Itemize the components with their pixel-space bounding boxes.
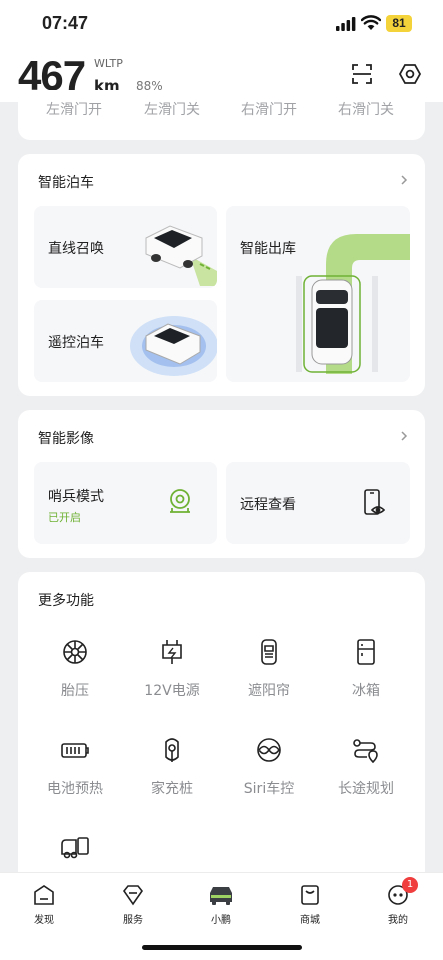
smart-imaging-card: 智能影像 哨兵模式 已开启 远程查看 (18, 410, 425, 558)
home-icon (34, 885, 54, 905)
door-controls-card: 左滑门开 左滑门关 右滑门开 右滑门关 (18, 90, 425, 140)
tab-discover[interactable]: 发现 (14, 883, 74, 926)
remote-parking-label: 遥控泊车 (48, 335, 104, 351)
straight-summon-tile[interactable]: 直线召唤 (34, 206, 217, 288)
remote-signal-car-icon (130, 316, 217, 376)
home-charger-button[interactable]: 家充桩 (127, 736, 217, 798)
tab-mall-label: 商城 (300, 915, 320, 926)
scan-icon[interactable] (350, 62, 374, 86)
chevron-right-icon[interactable] (399, 175, 409, 185)
notification-badge: 1 (402, 877, 418, 893)
siri-control-button[interactable]: Siri车控 (224, 736, 314, 798)
left-door-close-button[interactable]: 左滑门关 (144, 99, 200, 119)
smart-imaging-title[interactable]: 智能影像 (38, 428, 94, 448)
car-sunshade-icon (261, 639, 277, 665)
tab-service-label: 服务 (123, 915, 143, 926)
charging-pile-icon (165, 738, 179, 762)
remote-view-label: 远程查看 (240, 497, 296, 513)
vehicle-device-icon (61, 837, 89, 859)
fridge-label: 冰箱 (352, 683, 380, 699)
trip-planning-button[interactable]: 长途规划 (321, 736, 411, 798)
parking-exit-path-icon (296, 234, 410, 374)
sentry-camera-icon (170, 489, 190, 513)
sunshade-label: 遮阳帘 (248, 683, 290, 699)
more-function-button[interactable] (30, 834, 120, 860)
tire-pressure-button[interactable]: 胎压 (30, 638, 120, 700)
status-bar: 07:47 81 (0, 0, 443, 46)
power-12v-button[interactable]: 12V电源 (127, 638, 217, 700)
tire-icon (63, 640, 87, 664)
tab-service[interactable]: 服务 (103, 883, 163, 926)
clock: 07:47 (42, 13, 89, 33)
battery-heat-icon (61, 743, 89, 758)
battery-preheat-button[interactable]: 电池预热 (30, 736, 120, 798)
trip-planning-label: 长途规划 (338, 781, 394, 797)
smart-exit-tile[interactable]: 智能出库 (226, 206, 410, 382)
more-functions-title: 更多功能 (38, 593, 94, 609)
tire-pressure-label: 胎压 (61, 683, 89, 699)
settings-icon[interactable] (398, 62, 422, 86)
smart-parking-title[interactable]: 智能泊车 (38, 172, 94, 192)
battery-preheat-label: 电池预热 (47, 781, 103, 797)
power-plug-icon (162, 640, 182, 664)
fridge-icon (357, 639, 375, 665)
tab-mine[interactable]: 1 我的 (368, 877, 428, 926)
tab-xpeng-label: 小鹏 (211, 915, 231, 926)
phone-view-icon (364, 489, 386, 515)
remote-parking-tile[interactable]: 遥控泊车 (34, 300, 217, 382)
home-charger-label: 家充桩 (151, 781, 193, 797)
sentry-status: 已开启 (48, 511, 81, 524)
tab-mall[interactable]: 商城 (280, 883, 340, 926)
right-door-close-button[interactable]: 右滑门关 (338, 99, 394, 119)
smart-parking-card: 智能泊车 直线召唤 遥控泊车 智能出库 (18, 154, 425, 396)
siri-icon (257, 738, 281, 762)
diamond-icon (123, 885, 143, 906)
more-functions-card: 更多功能 胎压 12V电源 遮阳帘 冰箱 电池预热 家充桩 Siri车控 长途规… (18, 572, 425, 892)
straight-summon-label: 直线召唤 (48, 241, 104, 257)
car-summon-icon (145, 225, 217, 286)
tab-mine-label: 我的 (388, 915, 408, 926)
fridge-button[interactable]: 冰箱 (321, 638, 411, 700)
range-standard: WLTP (94, 57, 123, 70)
signal-icon (336, 17, 356, 31)
home-indicator (142, 945, 302, 950)
sunshade-button[interactable]: 遮阳帘 (224, 638, 314, 700)
battery-indicator: 81 (386, 15, 412, 32)
route-icon (353, 739, 378, 764)
tab-discover-label: 发现 (34, 915, 54, 926)
sentry-mode-tile[interactable]: 哨兵模式 已开启 (34, 462, 217, 544)
chevron-right-icon[interactable] (399, 431, 409, 441)
tab-xpeng[interactable]: 小鹏 (191, 883, 251, 926)
power-12v-label: 12V电源 (144, 683, 200, 699)
right-door-open-button[interactable]: 右滑门开 (241, 99, 297, 119)
wifi-icon (361, 15, 381, 30)
car-icon (210, 887, 232, 905)
remote-view-tile[interactable]: 远程查看 (226, 462, 410, 544)
sentry-mode-label: 哨兵模式 (48, 489, 104, 505)
left-door-open-button[interactable]: 左滑门开 (46, 99, 102, 119)
shopping-bag-icon (301, 885, 319, 905)
siri-control-label: Siri车控 (243, 781, 295, 797)
